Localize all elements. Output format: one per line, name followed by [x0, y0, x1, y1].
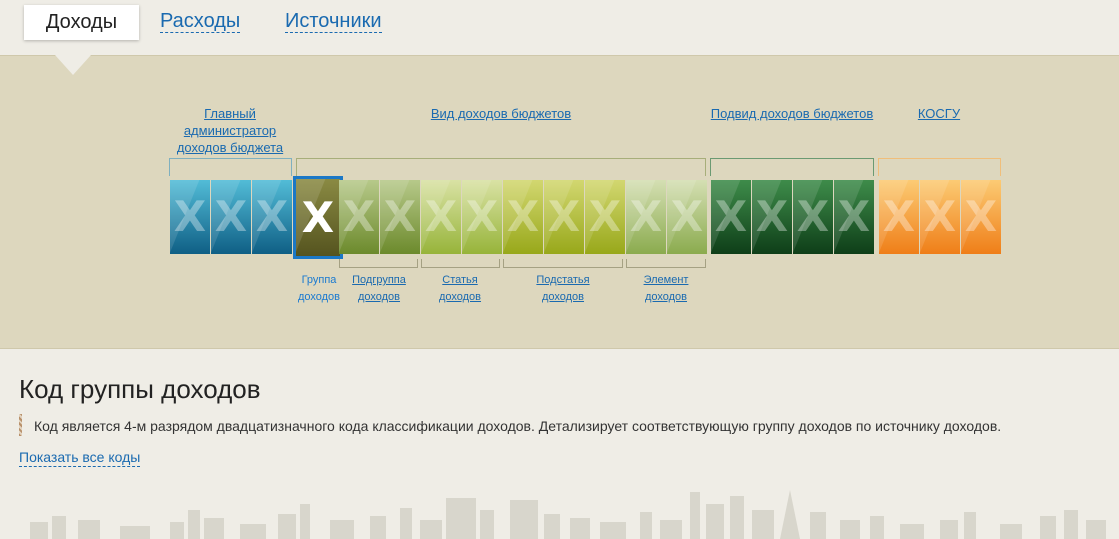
cell-glyph: X — [964, 192, 998, 241]
cell-glyph: X — [214, 192, 248, 241]
sub-label-article[interactable]: Статья доходов — [430, 272, 490, 306]
group-label-subtype[interactable]: Подвид доходов бюджетов — [710, 105, 874, 122]
cell-glyph: X — [588, 192, 622, 241]
cell-glyph: X — [882, 192, 916, 241]
code-cell-10[interactable]: X — [544, 180, 584, 254]
active-tab-pointer — [55, 55, 91, 75]
tab-income[interactable]: Доходы — [24, 5, 139, 40]
group-label-type[interactable]: Вид доходов бюджетов — [296, 105, 706, 122]
code-cell-6[interactable]: X — [380, 180, 420, 254]
code-cell-5[interactable]: X — [339, 180, 379, 254]
code-cell-1[interactable]: X — [170, 180, 210, 254]
bracket-element — [626, 259, 706, 268]
sub-label-element[interactable]: Элемент доходов — [636, 272, 696, 306]
cell-glyph: X — [424, 192, 458, 241]
sub-label-subgroup[interactable]: Подгруппа доходов — [344, 272, 414, 306]
bracket-type — [296, 158, 706, 176]
code-cell-9[interactable]: X — [503, 180, 543, 254]
code-cell-11[interactable]: X — [585, 180, 625, 254]
city-skyline-decoration — [30, 490, 1106, 539]
code-cell-18[interactable]: X — [879, 180, 919, 254]
bracket-subtype — [710, 158, 874, 176]
code-cell-17[interactable]: X — [834, 180, 874, 254]
code-description: Код является 4-м разрядом двадцатизначно… — [34, 418, 1002, 434]
code-cell-20[interactable]: X — [961, 180, 1001, 254]
code-cell-15[interactable]: X — [752, 180, 792, 254]
code-cell-7[interactable]: X — [421, 180, 461, 254]
cell-glyph: X — [465, 192, 499, 241]
code-cell-19[interactable]: X — [920, 180, 960, 254]
cell-glyph: X — [301, 193, 335, 242]
cell-glyph: X — [837, 192, 871, 241]
code-cell-16[interactable]: X — [793, 180, 833, 254]
tab-expenses[interactable]: Расходы — [160, 10, 241, 33]
cell-glyph: X — [547, 192, 581, 241]
code-cell-3[interactable]: X — [252, 180, 292, 254]
cell-glyph: X — [506, 192, 540, 241]
sub-label-subarticle[interactable]: Подстатья доходов — [526, 272, 600, 306]
cell-glyph: X — [255, 192, 289, 241]
quote-marker — [19, 414, 22, 436]
cell-glyph: X — [342, 192, 376, 241]
code-cell-4-selected[interactable]: X — [293, 176, 343, 259]
bracket-kosgu — [878, 158, 1001, 176]
cell-glyph: X — [923, 192, 957, 241]
tab-sources[interactable]: Источники — [285, 10, 382, 33]
cell-glyph: X — [173, 192, 207, 241]
code-cell-2[interactable]: X — [211, 180, 251, 254]
cell-glyph: X — [629, 192, 663, 241]
sub-label-group[interactable]: Группа доходов — [292, 272, 346, 306]
bracket-article — [421, 259, 500, 268]
code-cell-12[interactable]: X — [626, 180, 666, 254]
code-cell-8[interactable]: X — [462, 180, 502, 254]
bracket-subarticle — [503, 259, 623, 268]
show-all-codes-link[interactable]: Показать все коды — [19, 449, 141, 467]
group-label-admin[interactable]: Главный администратор доходов бюджета — [168, 105, 292, 156]
page-title: Код группы доходов — [19, 374, 261, 404]
cell-glyph: X — [670, 192, 704, 241]
group-label-kosgu[interactable]: КОСГУ — [878, 105, 1000, 122]
cell-glyph: X — [755, 192, 789, 241]
cell-glyph: X — [383, 192, 417, 241]
code-cell-13[interactable]: X — [667, 180, 707, 254]
bracket-admin — [169, 158, 292, 176]
bracket-subgroup — [339, 259, 418, 268]
tab-bar: Доходы Расходы Источники — [0, 0, 1119, 55]
cell-glyph: X — [796, 192, 830, 241]
code-cell-14[interactable]: X — [711, 180, 751, 254]
cell-glyph: X — [714, 192, 748, 241]
